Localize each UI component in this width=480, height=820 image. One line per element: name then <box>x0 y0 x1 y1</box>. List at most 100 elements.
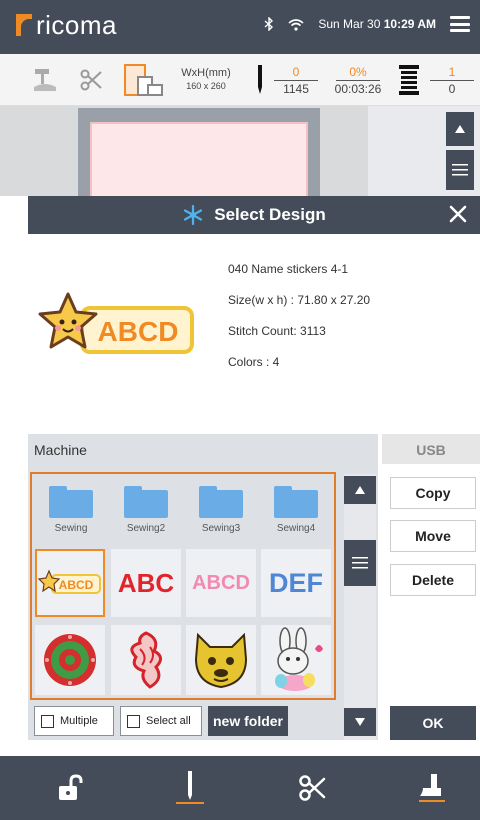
folder-label: Sewing3 <box>201 523 241 534</box>
checkbox-icon <box>41 714 54 728</box>
new-folder-button[interactable]: new folder <box>208 706 288 736</box>
grid-scroll-up-button[interactable] <box>344 476 376 504</box>
dragon-image <box>130 631 162 689</box>
preview-scroll-up-button[interactable] <box>446 112 474 146</box>
top-bar: ricoma Sun Mar 30 10:29 AM <box>0 0 480 54</box>
color-counter: 1 0 <box>428 54 476 106</box>
folder-icon <box>49 486 93 518</box>
elapsed-time: 00:03:26 <box>334 81 382 96</box>
stitch-total: 1145 <box>283 81 309 96</box>
logo-mark <box>16 14 32 36</box>
size-label: WxH(mm) <box>181 67 231 79</box>
folder-label: Sewing4 <box>276 523 316 534</box>
design-thumb-mandala[interactable] <box>35 625 105 695</box>
thread-spool-icon <box>394 54 424 106</box>
date-text: Sun Mar 30 <box>318 17 381 31</box>
folder-sewing[interactable]: Sewing <box>36 478 106 544</box>
sewing-machine-icon[interactable] <box>30 54 60 106</box>
color-current: 1 <box>430 64 474 81</box>
tab-usb[interactable]: USB <box>382 434 480 464</box>
ricoma-logo: ricoma <box>16 12 117 38</box>
hoop-frame <box>78 108 320 208</box>
preview-menu-button[interactable] <box>446 150 474 190</box>
delete-button[interactable]: Delete <box>390 564 476 596</box>
checkbox-icon <box>127 714 140 728</box>
stitch-current: 0 <box>274 64 318 81</box>
progress-counter: 0% 00:03:26 <box>326 54 390 106</box>
dialog-title: Select Design <box>214 205 326 224</box>
grid-scrollbar-track[interactable] <box>344 474 376 740</box>
multiple-checkbox[interactable]: Multiple <box>34 706 114 736</box>
thumb-text: ABC <box>117 567 175 598</box>
presser-foot-icon[interactable] <box>414 770 450 806</box>
brand-name: ricoma <box>36 10 118 40</box>
multiple-label: Multiple <box>60 715 98 727</box>
mandala-image <box>44 634 96 686</box>
needle-icon[interactable] <box>172 770 208 806</box>
bluetooth-icon <box>264 17 274 31</box>
grid-scroll-thumb[interactable] <box>344 540 376 586</box>
list-icon <box>352 557 368 569</box>
tab-machine[interactable]: Machine <box>28 434 378 464</box>
triangle-down-icon <box>355 718 365 726</box>
color-total: 0 <box>448 81 456 96</box>
folder-sewing4[interactable]: Sewing4 <box>261 478 331 544</box>
grid-scroll-down-button[interactable] <box>344 708 376 736</box>
color-count: Colors : 4 <box>228 355 280 369</box>
move-button[interactable]: Move <box>390 520 476 552</box>
bottom-toolbar <box>0 756 480 820</box>
stitch-count: Stitch Count: 3113 <box>228 324 326 338</box>
select-all-checkbox[interactable]: Select all <box>120 706 202 736</box>
design-size: WxH(mm) 160 x 260 <box>176 54 236 106</box>
select-design-header: Select Design <box>28 196 480 234</box>
thumb-text: ABCD <box>192 571 250 594</box>
triangle-up-icon <box>355 486 365 494</box>
bulldog-image <box>194 632 248 689</box>
preview-text: ABCD <box>98 316 179 347</box>
wifi-icon <box>288 18 304 31</box>
select-all-label: Select all <box>146 715 191 727</box>
folder-label: Sewing2 <box>126 523 166 534</box>
status-time: Sun Mar 30 10:29 AM <box>318 17 436 31</box>
close-icon[interactable] <box>446 202 470 226</box>
folder-icon <box>274 486 318 518</box>
design-size: Size(w x h) : 71.80 x 27.20 <box>228 293 371 307</box>
design-thumb-abcd-sticker[interactable]: ABCD <box>35 549 105 617</box>
copy-button[interactable]: Copy <box>390 477 476 509</box>
needle-status-icon <box>250 54 270 106</box>
design-thumb-bulldog[interactable] <box>186 625 256 695</box>
thumb-text: ABCD <box>59 578 94 592</box>
design-thumb-dragon[interactable] <box>111 625 181 695</box>
ok-button[interactable]: OK <box>390 706 476 740</box>
design-name: 040 Name stickers 4-1 <box>228 262 349 276</box>
design-thumb-bunny[interactable] <box>261 625 331 695</box>
trim-icon[interactable] <box>76 54 106 106</box>
percent-complete: 0% <box>336 64 380 81</box>
unlock-icon[interactable] <box>52 770 88 806</box>
folder-sewing3[interactable]: Sewing3 <box>186 478 256 544</box>
list-icon <box>452 164 468 176</box>
time-text: 10:29 AM <box>383 17 436 31</box>
machine-status-bar: WxH(mm) 160 x 260 0 1145 0% 00:03:26 1 0 <box>0 54 480 106</box>
hoop-preview <box>0 106 480 208</box>
folder-icon <box>199 486 243 518</box>
size-value: 160 x 260 <box>186 81 226 91</box>
scissors-icon[interactable] <box>294 770 330 806</box>
design-thumb-abcd-pink[interactable]: ABCD <box>186 549 256 617</box>
design-thumb-abc-red[interactable]: ABC <box>111 549 181 617</box>
menu-icon[interactable] <box>450 16 470 32</box>
hoop-icon[interactable] <box>120 54 168 106</box>
design-details: 040 Name stickers 4-1 Size(w x h) : 71.8… <box>228 254 370 378</box>
design-preview-image: ABCD <box>38 292 194 354</box>
storage-tabs: Machine USB <box>28 434 480 464</box>
thumb-text: DEF <box>269 567 323 598</box>
stitch-counter: 0 1145 <box>268 54 324 106</box>
triangle-up-icon <box>455 125 465 133</box>
design-thumb-def[interactable]: DEF <box>261 549 331 617</box>
hoop-sewing-area <box>90 122 308 202</box>
bunny-image <box>275 627 323 691</box>
snowflake-icon <box>184 204 203 226</box>
folder-icon <box>124 486 168 518</box>
folder-label: Sewing <box>54 523 88 534</box>
folder-sewing2[interactable]: Sewing2 <box>111 478 181 544</box>
